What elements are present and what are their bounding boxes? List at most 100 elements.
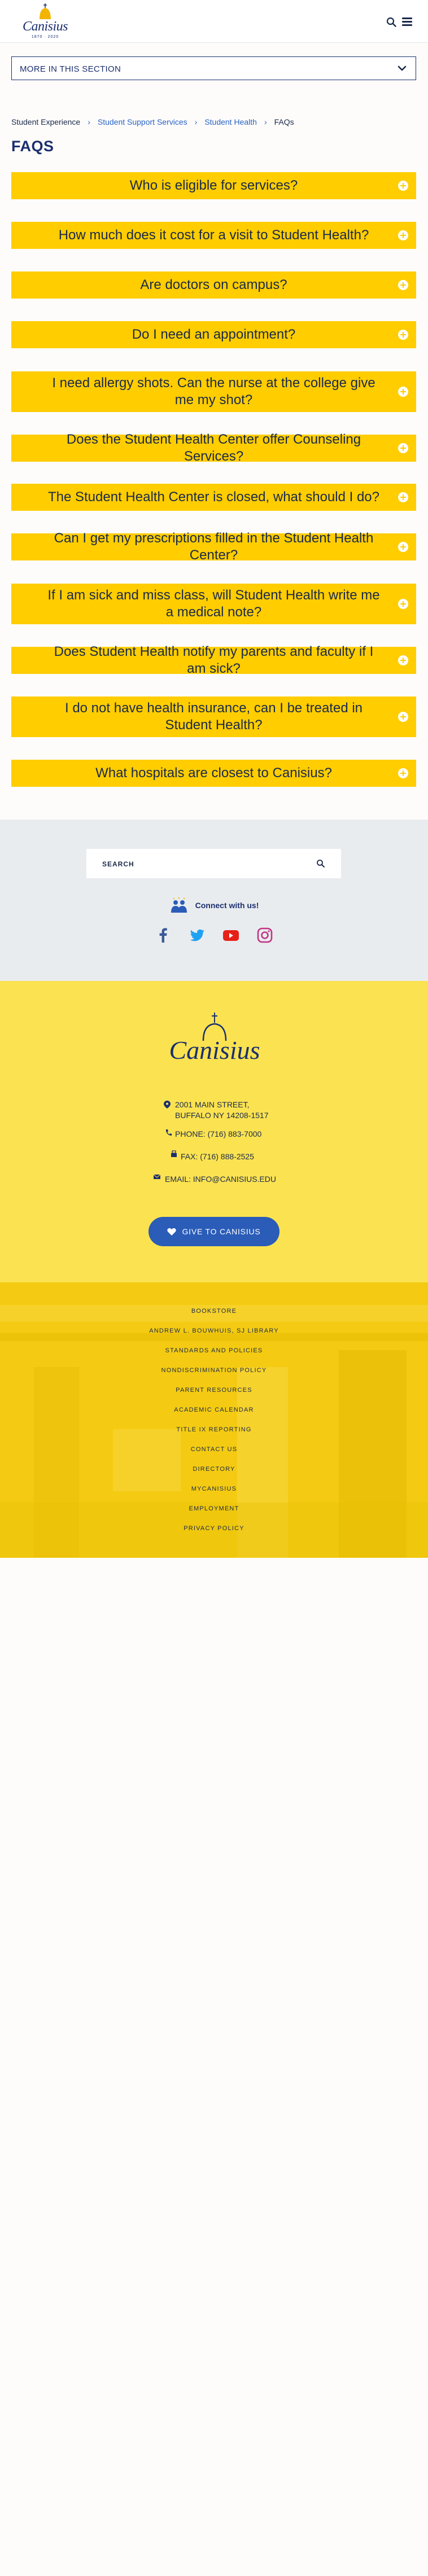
footer-link[interactable]: NONDISCRIMINATION POLICY — [0, 1367, 428, 1374]
faq-item[interactable]: The Student Health Center is closed, wha… — [11, 484, 416, 511]
footer-link[interactable]: DIRECTORY — [0, 1466, 428, 1473]
expand-plus-icon — [398, 181, 408, 191]
breadcrumb-separator-icon: › — [264, 117, 267, 126]
footer-link[interactable]: ANDREW L. BOUWHUIS, SJ LIBRARY — [0, 1328, 428, 1334]
menu-bar — [402, 24, 412, 26]
footer-links-section: BOOKSTORE ANDREW L. BOUWHUIS, SJ LIBRARY… — [0, 1282, 428, 1558]
breadcrumb-separator-icon: › — [88, 117, 90, 126]
email-icon — [154, 1174, 160, 1179]
faq-question: I need allergy shots. Can the nurse at t… — [52, 375, 375, 408]
faq-question: Are doctors on campus? — [140, 277, 287, 292]
footer-link[interactable]: PRIVACY POLICY — [0, 1525, 428, 1532]
footer-link[interactable]: STANDARDS AND POLICIES — [0, 1347, 428, 1354]
expand-plus-icon — [398, 443, 408, 453]
faq-question: Do I need an appointment? — [132, 327, 296, 342]
expand-plus-icon — [398, 768, 408, 778]
chevron-down-icon — [398, 65, 407, 71]
logo-years: 1870 · 2020 — [31, 35, 59, 39]
footer-logo-wordmark: Canisius — [169, 1036, 260, 1064]
faq-question: What hospitals are closest to Canisius? — [95, 765, 332, 781]
people-icon — [171, 897, 187, 913]
footer-canisius-logo[interactable]: Canisius — [164, 1013, 265, 1071]
phone-icon — [165, 1129, 172, 1136]
logo-wordmark: Canisius — [22, 19, 68, 34]
footer-link[interactable]: CONTACT US — [0, 1446, 428, 1453]
faq-item[interactable]: Are doctors on campus? — [11, 271, 416, 299]
footer-link[interactable]: BOOKSTORE — [0, 1308, 428, 1315]
hamburger-menu-icon[interactable] — [402, 17, 412, 27]
search-placeholder: SEARCH — [102, 860, 134, 868]
expand-plus-icon — [398, 280, 408, 290]
breadcrumb-item-student-health[interactable]: Student Health — [204, 117, 257, 126]
site-header: Canisius 1870 · 2020 — [0, 0, 428, 43]
faq-item[interactable]: Does the Student Health Center offer Cou… — [11, 432, 416, 464]
footer-link[interactable]: EMPLOYMENT — [0, 1505, 428, 1512]
footer-link[interactable]: TITLE IX REPORTING — [0, 1426, 428, 1433]
footer-link[interactable]: ACADEMIC CALENDAR — [0, 1407, 428, 1413]
expand-plus-icon — [398, 655, 408, 665]
breadcrumb: Student Experience › Student Support Ser… — [11, 116, 294, 128]
building-photo-background — [0, 1282, 428, 1558]
breadcrumb-item-student-support[interactable]: Student Support Services — [98, 117, 187, 126]
social-links — [0, 927, 428, 949]
give-label: GIVE TO CANISIUS — [182, 1227, 261, 1236]
expand-plus-icon — [398, 330, 408, 340]
instagram-icon[interactable] — [256, 927, 273, 944]
footer-fax: FAX: (716) 888-2525 — [181, 1152, 254, 1161]
faq-item[interactable]: Can I get my prescriptions filled in the… — [11, 531, 416, 563]
connect-with-us: Connect with us! — [0, 894, 428, 917]
expand-plus-icon — [398, 387, 408, 397]
footer-phone[interactable]: PHONE: (716) 883-7000 — [175, 1129, 261, 1140]
footer-link[interactable]: PARENT RESOURCES — [0, 1387, 428, 1394]
footer-address: 2001 MAIN STREET, BUFFALO NY 14208-1517 — [175, 1099, 269, 1121]
faq-question: If I am sick and miss class, will Studen… — [47, 588, 380, 620]
heart-icon — [167, 1228, 177, 1236]
page-title: FAQS — [11, 138, 54, 155]
expand-plus-icon — [398, 712, 408, 722]
faq-question: Can I get my prescriptions filled in the… — [54, 531, 374, 563]
fax-icon — [171, 1150, 177, 1157]
search-icon[interactable] — [386, 17, 396, 27]
sun-dome-icon — [40, 3, 51, 19]
connect-label: Connect with us! — [195, 901, 259, 910]
breadcrumb-item-student-experience[interactable]: Student Experience — [11, 117, 80, 126]
faq-item[interactable]: I need allergy shots. Can the nurse at t… — [11, 371, 416, 412]
address-line-1: 2001 MAIN STREET, — [175, 1100, 250, 1109]
expand-plus-icon — [398, 492, 408, 502]
faq-question: I do not have health insurance, can I be… — [64, 700, 363, 733]
faq-item[interactable]: Do I need an appointment? — [11, 321, 416, 348]
facebook-icon[interactable] — [155, 927, 172, 944]
twitter-icon[interactable] — [189, 927, 206, 944]
footer-search-input[interactable]: SEARCH — [86, 849, 341, 878]
faq-question: Does the Student Health Center offer Cou… — [66, 432, 361, 464]
search-connect-section: SEARCH Connect with us! — [0, 820, 428, 981]
faq-question: Does Student Health notify my parents an… — [54, 644, 374, 676]
faq-item[interactable]: What hospitals are closest to Canisius? — [11, 760, 416, 787]
faq-item[interactable]: Who is eligible for services? — [11, 172, 416, 199]
footer-email[interactable]: EMAIL: INFO@CANISIUS.EDU — [165, 1174, 276, 1185]
more-in-section-label: MORE IN THIS SECTION — [20, 64, 121, 74]
breadcrumb-item-faqs: FAQs — [274, 117, 294, 126]
faq-question: Who is eligible for services? — [129, 178, 298, 193]
faq-item[interactable]: If I am sick and miss class, will Studen… — [11, 584, 416, 624]
canisius-logo[interactable]: Canisius 1870 · 2020 — [17, 2, 73, 41]
breadcrumb-separator-icon: › — [194, 117, 198, 126]
address-line-2: BUFFALO NY 14208-1517 — [175, 1111, 269, 1120]
expand-plus-icon — [398, 542, 408, 552]
youtube-icon[interactable] — [222, 927, 239, 944]
menu-bar — [402, 17, 412, 19]
search-icon[interactable] — [316, 859, 325, 868]
location-pin-icon — [164, 1101, 171, 1109]
footer-contact-section: Canisius 2001 MAIN STREET, BUFFALO NY 14… — [0, 981, 428, 1282]
give-to-canisius-button[interactable]: GIVE TO CANISIUS — [149, 1217, 279, 1246]
faq-question: How much does it cost for a visit to Stu… — [58, 227, 369, 243]
expand-plus-icon — [398, 599, 408, 609]
faq-item[interactable]: I do not have health insurance, can I be… — [11, 696, 416, 737]
more-in-section-dropdown[interactable]: MORE IN THIS SECTION — [11, 56, 416, 80]
faq-item[interactable]: How much does it cost for a visit to Stu… — [11, 222, 416, 249]
menu-bar — [402, 21, 412, 23]
footer-link[interactable]: MYCANISIUS — [0, 1486, 428, 1492]
expand-plus-icon — [398, 230, 408, 240]
faq-item[interactable]: Does Student Health notify my parents an… — [11, 644, 416, 676]
faq-question: The Student Health Center is closed, wha… — [47, 489, 379, 505]
